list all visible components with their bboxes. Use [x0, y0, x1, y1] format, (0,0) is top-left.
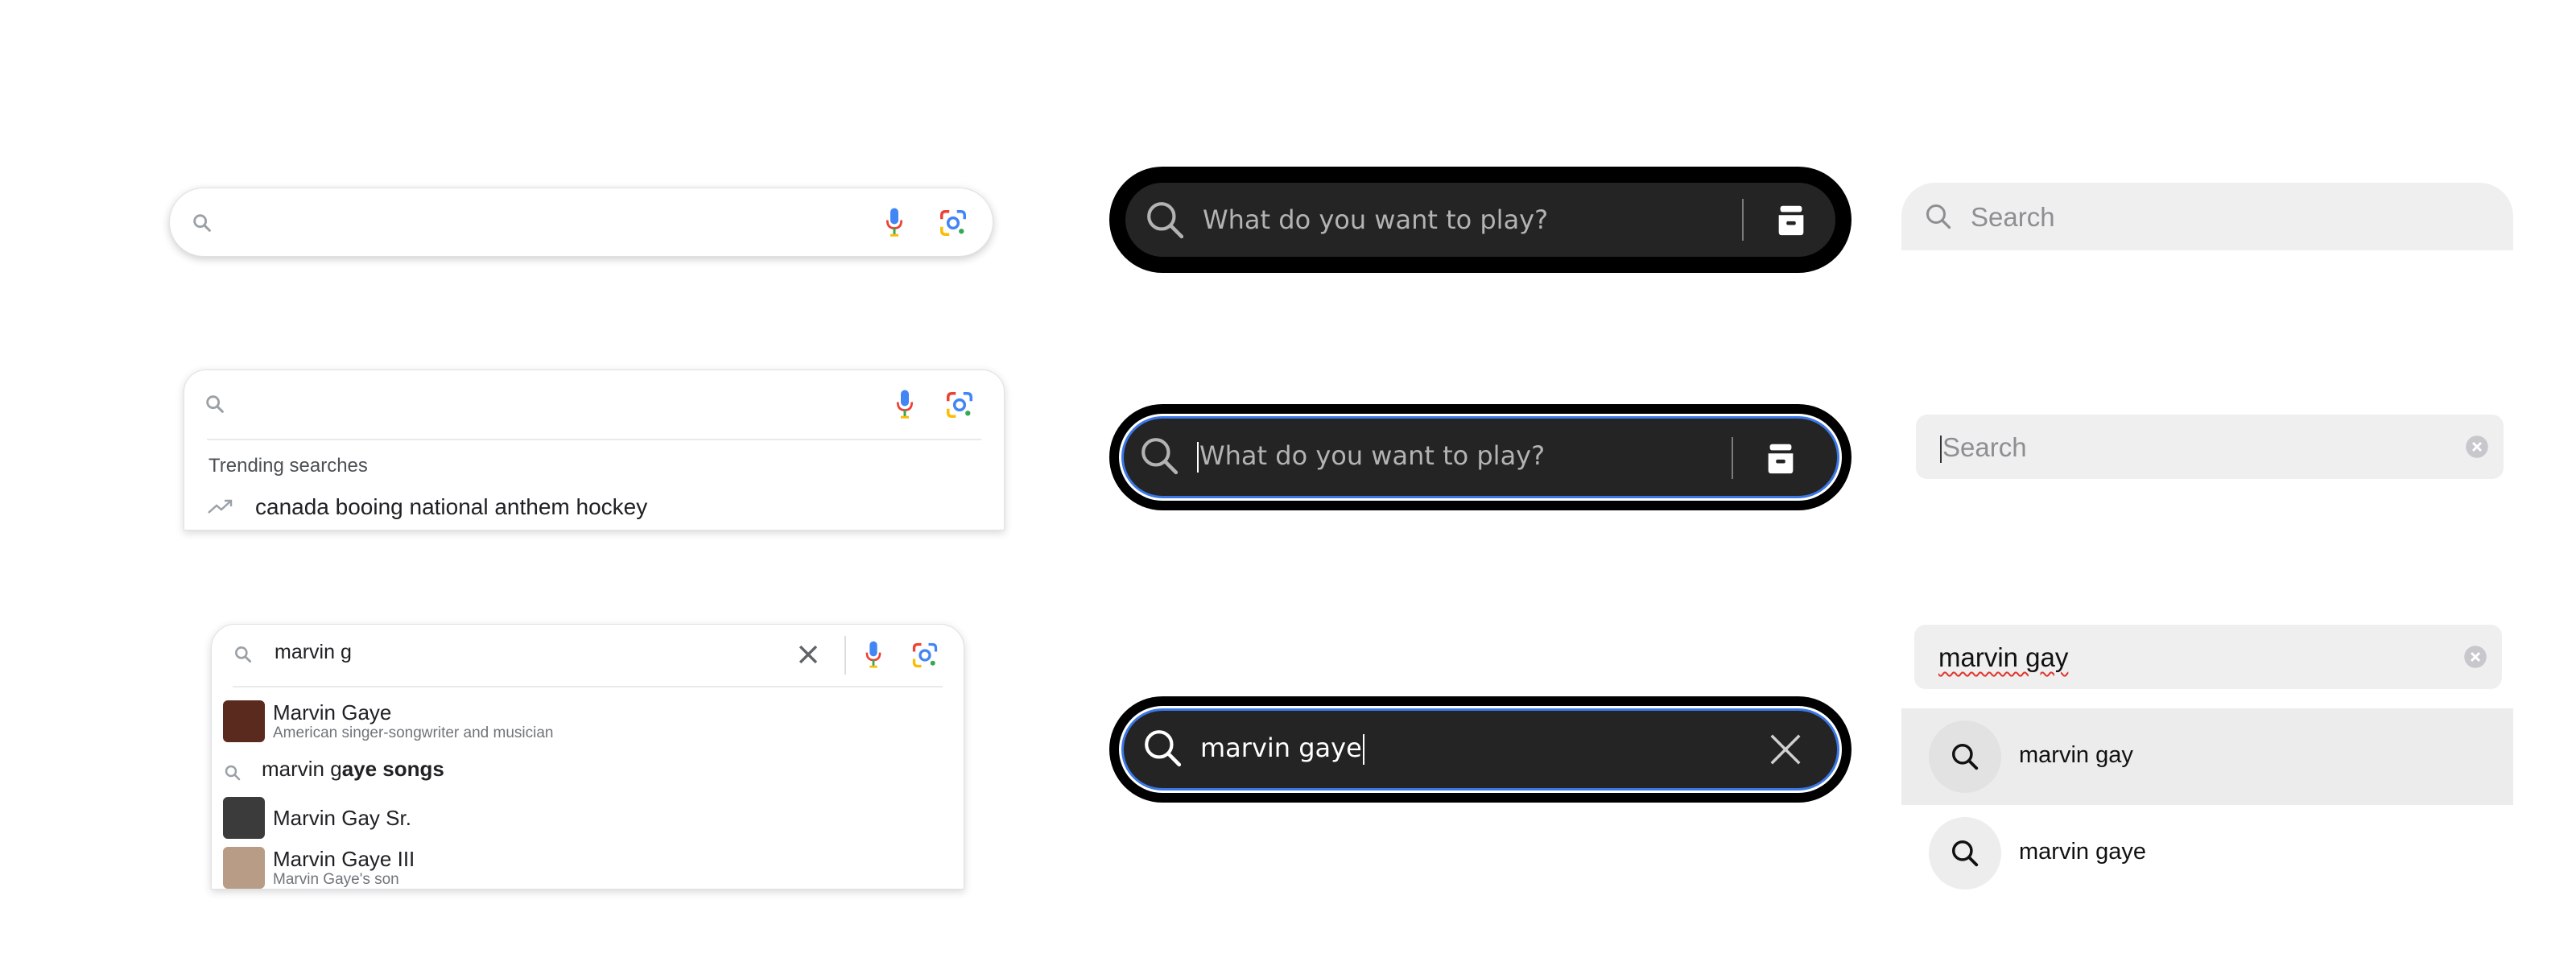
suggestion-icon-circle: [1929, 817, 2001, 890]
search-placeholder: What do you want to play?: [1203, 204, 1549, 235]
google-search-box-empty[interactable]: [169, 188, 993, 257]
spotify-search-field[interactable]: What do you want to play?: [1119, 414, 1842, 501]
divider: [1732, 437, 1733, 479]
browse-icon[interactable]: [1773, 201, 1810, 238]
clear-icon[interactable]: [1767, 731, 1804, 768]
suggestion-icon-circle: [1929, 720, 2001, 793]
search-icon: [206, 395, 224, 413]
search-input[interactable]: marvin gay: [1938, 642, 2068, 673]
search-placeholder: Search: [1971, 202, 2055, 232]
suggestion-item[interactable]: Marvin Gaye American singer-songwriter a…: [223, 700, 553, 742]
avatar: [223, 700, 265, 742]
suggestion-title: Marvin Gaye III: [273, 847, 415, 871]
spotify-search-empty: What do you want to play?: [1109, 167, 1852, 273]
trending-suggestion[interactable]: canada booing national anthem hockey: [207, 489, 647, 525]
divider: [233, 686, 943, 687]
suggestion-item[interactable]: Marvin Gaye III Marvin Gaye's son: [223, 847, 415, 889]
apple-search-focused[interactable]: Search: [1916, 415, 2504, 479]
search-icon: [1926, 204, 1951, 229]
apple-search-empty[interactable]: Search: [1901, 183, 2513, 250]
divider: [1742, 199, 1744, 241]
search-icon: [1147, 202, 1184, 239]
avatar: [223, 797, 265, 839]
spotify-search-field[interactable]: marvin gaye: [1119, 706, 1842, 793]
search-icon: [225, 765, 241, 781]
divider: [207, 439, 981, 440]
trending-up-icon: [208, 499, 233, 514]
spotify-search-typing: marvin gaye: [1109, 696, 1852, 803]
google-lens-icon[interactable]: [938, 208, 968, 238]
google-lens-icon[interactable]: [910, 641, 939, 670]
suggestion-subtitle: American singer-songwriter and musician: [273, 724, 554, 741]
microphone-icon[interactable]: [893, 388, 917, 420]
google-search-box-typing[interactable]: marvin g Marvin Gaye American singer-son…: [211, 624, 964, 890]
search-icon: [1145, 730, 1182, 767]
trending-suggestion-text: canada booing national anthem hockey: [255, 494, 648, 519]
search-placeholder: Search: [1940, 432, 2027, 464]
search-icon: [193, 214, 211, 232]
spotify-search-field[interactable]: What do you want to play?: [1125, 183, 1835, 257]
suggestion-item[interactable]: marvin gaye songs: [212, 757, 444, 782]
suggestion-subtitle: Marvin Gaye's son: [273, 871, 399, 888]
microphone-icon[interactable]: [882, 206, 906, 238]
apple-search-typing[interactable]: marvin gay: [1914, 625, 2502, 689]
search-input[interactable]: marvin gaye: [1200, 733, 1364, 765]
microphone-icon[interactable]: [862, 639, 885, 670]
spotify-search-focused: What do you want to play?: [1109, 404, 1852, 510]
suggestion-title: Marvin Gay Sr.: [273, 806, 411, 830]
suggestion-completion: aye songs: [341, 757, 444, 781]
clear-icon[interactable]: [795, 641, 822, 668]
search-icon: [235, 646, 252, 663]
google-lens-icon[interactable]: [944, 390, 975, 420]
suggestion-item[interactable]: Marvin Gay Sr.: [223, 797, 411, 839]
browse-icon[interactable]: [1762, 440, 1799, 477]
suggestion-prefix: marvin g: [262, 757, 342, 781]
trending-searches-header: Trending searches: [208, 455, 368, 477]
search-input[interactable]: marvin g: [275, 641, 352, 664]
suggestion-text: marvin gaye: [2019, 839, 2146, 865]
search-icon: [1141, 438, 1179, 475]
avatar: [223, 847, 265, 889]
suggestion-item[interactable]: marvin gay: [1901, 708, 2513, 805]
clear-icon[interactable]: [2465, 435, 2489, 459]
suggestion-text: marvin gay: [2019, 742, 2133, 768]
suggestion-title: Marvin Gaye: [273, 700, 392, 724]
clear-icon[interactable]: [2463, 645, 2487, 669]
search-icon: [1952, 840, 1979, 867]
search-icon: [1952, 744, 1979, 770]
google-search-box-focused[interactable]: Trending searches canada booing national…: [184, 369, 1005, 530]
divider: [844, 636, 846, 675]
suggestion-item[interactable]: marvin gaye: [1901, 805, 2513, 902]
search-placeholder: What do you want to play?: [1197, 440, 1545, 473]
